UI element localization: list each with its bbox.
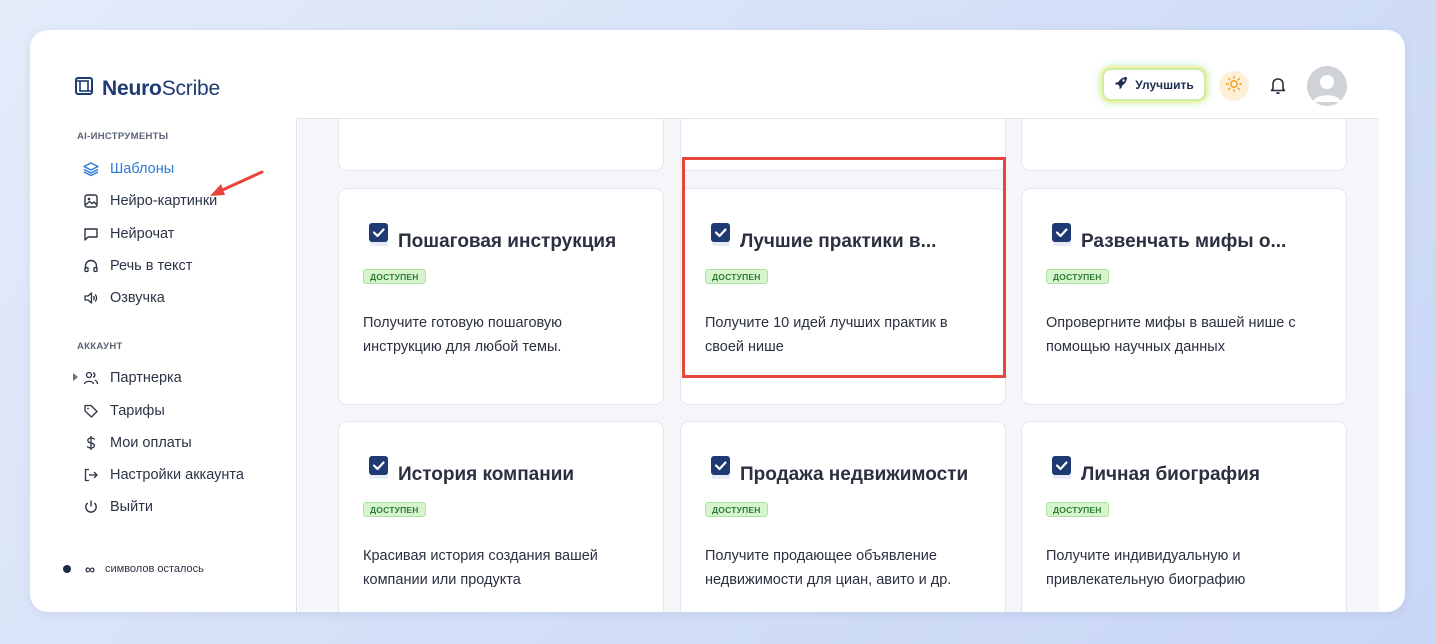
sidebar-item-speech-to-text[interactable]: Речь в текст <box>83 255 192 277</box>
checkbox-icon <box>369 223 391 252</box>
upgrade-button[interactable]: Улучшить <box>1102 68 1206 101</box>
logo-text: NeuroScribe <box>102 76 221 100</box>
card-title: Продажа недвижимости <box>740 464 969 485</box>
card-title: Развенчать мифы о... <box>1081 231 1287 252</box>
card-title: Пошаговая инструкция <box>398 231 617 252</box>
sidebar-item-label: Нейрочат <box>110 226 175 242</box>
card-title: История компании <box>398 464 575 485</box>
sidebar-item-logout[interactable]: Выйти <box>83 496 153 518</box>
card-description: Получите продающее объявление недвижимос… <box>705 548 952 588</box>
notifications-button[interactable] <box>1266 75 1290 99</box>
sidebar-item-voiceover[interactable]: Озвучка <box>83 287 165 309</box>
theme-toggle-button[interactable] <box>1219 71 1249 101</box>
status-badge: ДОСТУПЕН <box>363 269 426 284</box>
tag-icon <box>83 403 99 419</box>
sidebar-item-templates[interactable]: Шаблоны <box>83 158 174 180</box>
template-card[interactable]: Личная биография ДОСТУПЕН Получите индив… <box>1021 421 1347 612</box>
rocket-icon <box>1114 76 1128 93</box>
sidebar-item-label: Тарифы <box>110 403 165 419</box>
logo[interactable]: NeuroScribe <box>74 76 220 101</box>
annotation-highlight-box <box>682 157 1006 378</box>
template-card-partial[interactable] <box>338 119 664 171</box>
image-icon <box>83 193 99 209</box>
symbols-value: ∞ <box>85 561 95 577</box>
sidebar-item-label: Нейро-картинки <box>110 193 218 209</box>
checkbox-icon <box>369 456 391 485</box>
template-card[interactable]: Пошаговая инструкция ДОСТУПЕН Получите г… <box>338 188 664 405</box>
chat-icon <box>83 226 99 242</box>
template-card[interactable]: История компании ДОСТУПЕН Красивая истор… <box>338 421 664 612</box>
sidebar-item-partner[interactable]: Партнерка <box>73 367 182 389</box>
card-title: Личная биография <box>1081 464 1260 485</box>
annotation-arrow-icon <box>210 170 264 196</box>
status-badge: ДОСТУПЕН <box>705 502 768 517</box>
logo-icon <box>74 76 94 101</box>
card-description: Красивая история создания вашей компании… <box>363 548 598 588</box>
sidebar-item-payments[interactable]: Мои оплаты <box>83 432 192 454</box>
layers-icon <box>83 161 99 177</box>
speaker-icon <box>83 290 99 306</box>
sidebar-item-settings[interactable]: Настройки аккаунта <box>83 464 244 486</box>
sidebar-item-tariffs[interactable]: Тарифы <box>83 400 165 422</box>
sidebar-item-label: Партнерка <box>110 370 182 386</box>
expand-caret-icon[interactable] <box>73 373 78 381</box>
symbols-remaining: ∞ символов осталось <box>63 561 204 577</box>
dollar-icon <box>83 435 99 451</box>
avatar[interactable] <box>1307 66 1347 106</box>
status-dot <box>63 565 71 573</box>
sun-icon <box>1225 75 1243 98</box>
template-card[interactable]: Продажа недвижимости ДОСТУПЕН Получите п… <box>680 421 1006 612</box>
sidebar-item-images[interactable]: Нейро-картинки <box>83 190 217 212</box>
status-badge: ДОСТУПЕН <box>1046 502 1109 517</box>
template-card-partial[interactable] <box>1021 119 1347 171</box>
card-description: Получите индивидуальную и привлекательну… <box>1046 548 1246 588</box>
bell-icon <box>1268 75 1288 100</box>
users-icon <box>83 370 99 386</box>
checkbox-icon <box>1052 456 1074 485</box>
checkbox-icon <box>1052 223 1074 252</box>
sidebar-item-label: Выйти <box>110 499 153 515</box>
status-badge: ДОСТУПЕН <box>1046 269 1109 284</box>
card-description: Получите готовую пошаговую инструкцию дл… <box>363 315 563 355</box>
card-description: Опровергните мифы в вашей нише с помощью… <box>1046 315 1296 355</box>
status-badge: ДОСТУПЕН <box>363 502 426 517</box>
symbols-label: символов осталось <box>104 563 204 575</box>
checkbox-icon <box>711 456 733 485</box>
section-title-account: АККАУНТ <box>77 341 123 352</box>
logout-arrow-icon <box>83 467 99 483</box>
sidebar-item-label: Шаблоны <box>110 161 175 177</box>
section-title-tools: AI-ИНСТРУМЕНТЫ <box>77 131 169 142</box>
template-card[interactable]: Развенчать мифы о... ДОСТУПЕН Опровергни… <box>1021 188 1347 405</box>
sidebar-item-label: Настройки аккаунта <box>110 467 244 483</box>
sidebar-item-chat[interactable]: Нейрочат <box>83 223 174 245</box>
power-icon <box>83 499 99 515</box>
headphones-icon <box>83 258 99 274</box>
top-bar: NeuroScribe Улучшить <box>30 30 1405 119</box>
sidebar-item-label: Озвучка <box>110 290 165 306</box>
sidebar-item-label: Мои оплаты <box>110 435 192 451</box>
upgrade-label: Улучшить <box>1135 77 1194 92</box>
sidebar-item-label: Речь в текст <box>110 258 193 274</box>
